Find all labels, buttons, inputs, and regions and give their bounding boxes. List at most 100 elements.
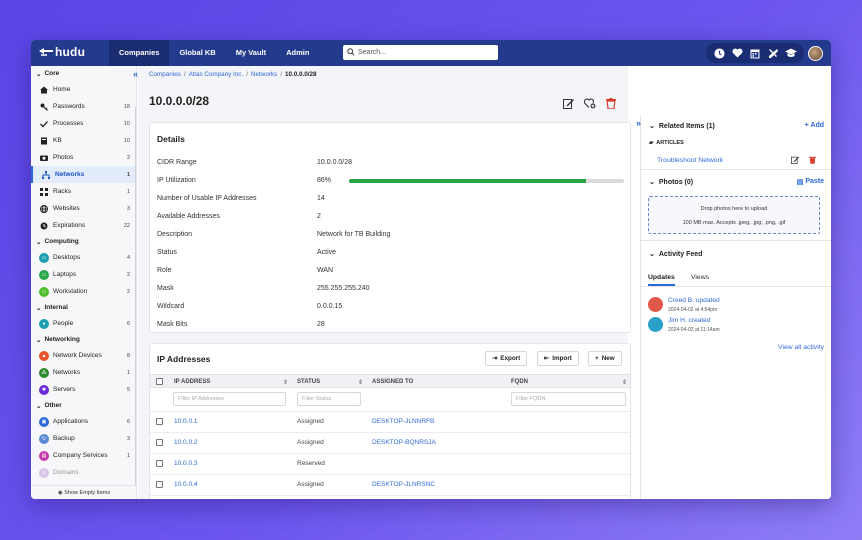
detail-key: Description xyxy=(157,231,193,238)
new-button[interactable]: + New xyxy=(588,351,622,366)
sidebar-item-laptops[interactable]: ▭ Laptops 2 xyxy=(31,266,136,283)
ip-link[interactable]: 10.0.0.2 xyxy=(174,439,198,446)
col-assigned-to[interactable]: ASSIGNED TO xyxy=(372,379,413,385)
delete-icon[interactable] xyxy=(809,156,816,166)
breadcrumb-company[interactable]: Atlas Company Inc. xyxy=(189,71,244,78)
activity-text[interactable]: Creed B. updated xyxy=(668,297,720,304)
sidebar-item-network-devices[interactable]: ▲ Network Devices 8 xyxy=(31,347,136,364)
sidebar-item-servers[interactable]: ✱ Servers 5 xyxy=(31,381,136,398)
sidebar-section-other[interactable]: ⌄ Other xyxy=(31,398,136,413)
filter-ip-input[interactable]: Filter IP Addresses xyxy=(173,392,286,406)
sidebar-item-company-services[interactable]: ▤ Company Services 1 xyxy=(31,447,136,464)
select-all-checkbox[interactable] xyxy=(156,378,163,385)
photo-dropzone[interactable]: Drop photos here to upload 100 MB max. A… xyxy=(648,196,820,234)
col-status[interactable]: STATUS xyxy=(297,379,320,385)
delete-icon[interactable] xyxy=(606,96,616,114)
table-row[interactable] xyxy=(150,495,630,499)
sort-icon[interactable]: ⇕ xyxy=(283,379,288,386)
sidebar-item-photos[interactable]: Photos 2 xyxy=(31,149,136,166)
sidebar-item-kb[interactable]: KB 10 xyxy=(31,132,136,149)
sidebar-section-networking[interactable]: ⌄ Networking xyxy=(31,332,136,347)
breadcrumb-networks[interactable]: Networks xyxy=(251,71,277,78)
assigned-link[interactable]: DESKTOP-BQNRSJA xyxy=(372,439,436,446)
filter-fqdn-input[interactable]: Filter FQDN xyxy=(511,392,626,406)
row-checkbox[interactable] xyxy=(156,439,163,446)
row-checkbox[interactable] xyxy=(156,418,163,425)
sidebar-scrollbar[interactable] xyxy=(135,106,136,486)
activity-feed-header[interactable]: ⌄ Activity Feed xyxy=(649,250,702,259)
sidebar-item-desktops[interactable]: ▭ Desktops 4 xyxy=(31,249,136,266)
favorite-icon[interactable] xyxy=(583,96,596,114)
paste-photo-button[interactable]: ▤ Paste xyxy=(797,178,824,186)
collapse-sidebar-icon[interactable]: « xyxy=(133,69,138,79)
graduation-cap-icon[interactable] xyxy=(784,46,798,60)
heart-icon[interactable] xyxy=(730,46,744,60)
sidebar-item-label: KB xyxy=(53,137,62,144)
table-row[interactable]: 10.0.0.3 Reserved xyxy=(150,453,630,474)
sort-icon[interactable]: ⇕ xyxy=(358,379,363,386)
export-button[interactable]: ⇥ Export xyxy=(485,351,528,366)
sidebar-item-expirations[interactable]: Expirations 22 xyxy=(31,217,136,234)
nav-my-vault[interactable]: My Vault xyxy=(226,40,276,66)
add-related-button[interactable]: + Add xyxy=(805,122,824,129)
row-checkbox[interactable] xyxy=(156,481,163,488)
row-checkbox[interactable] xyxy=(156,460,163,467)
photos-header[interactable]: ⌄ Photos (0) xyxy=(649,178,693,187)
sidebar-item-processes[interactable]: Processes 10 xyxy=(31,115,136,132)
tools-icon[interactable] xyxy=(766,46,780,60)
dropzone-limits: 100 MB max. Accepts .jpeg, .jpg, .png, .… xyxy=(682,220,786,226)
detail-value: 14 xyxy=(317,195,325,202)
ip-link[interactable]: 10.0.0.1 xyxy=(174,418,198,425)
related-article-link[interactable]: Troubleshoot Network xyxy=(657,157,723,164)
detail-value: Active xyxy=(317,249,337,256)
table-row[interactable]: 10.0.0.2 Assigned DESKTOP-BQNRSJA xyxy=(150,432,630,453)
sidebar-item-count: 10 xyxy=(123,120,130,127)
table-row[interactable]: 10.0.0.4 Assigned DESKTOP-JLNRSNC xyxy=(150,474,630,495)
chevron-down-icon: ⌄ xyxy=(649,251,655,258)
edit-icon[interactable] xyxy=(791,156,799,166)
sidebar-section-core[interactable]: ⌄ Core xyxy=(31,66,136,81)
tab-updates[interactable]: Updates xyxy=(648,274,675,286)
nav-global-kb[interactable]: Global KB xyxy=(169,40,225,66)
import-button[interactable]: ⇤ Import xyxy=(537,351,579,366)
show-empty-items-toggle[interactable]: ◉ Show Empty Items xyxy=(31,485,136,499)
sidebar-item-workstation[interactable]: ▭ Workstation 2 xyxy=(31,283,136,300)
import-label: Import xyxy=(552,355,572,362)
sidebar-item-networks-asset[interactable]: ⁂ Networks 1 xyxy=(31,364,136,381)
clock-icon[interactable] xyxy=(712,46,726,60)
activity-text[interactable]: Jim H. created xyxy=(668,317,711,324)
calendar-icon[interactable] xyxy=(748,46,762,60)
view-all-activity-link[interactable]: View all activity xyxy=(778,344,824,351)
filter-status-input[interactable]: Filter Status xyxy=(297,392,361,406)
assigned-link[interactable]: DESKTOP-JLNNRFB xyxy=(372,418,434,425)
sidebar-item-people[interactable]: ● People 6 xyxy=(31,315,136,332)
nav-admin[interactable]: Admin xyxy=(276,40,319,66)
edit-icon[interactable] xyxy=(563,96,574,114)
sidebar-section-internal[interactable]: ⌄ Internal xyxy=(31,300,136,315)
sidebar-item-backup[interactable]: ↻ Backup 3 xyxy=(31,430,136,447)
search-input[interactable]: Search... xyxy=(343,45,498,60)
sidebar-item-home[interactable]: Home xyxy=(31,81,136,98)
breadcrumb-companies[interactable]: Companies xyxy=(149,71,181,78)
related-items-header[interactable]: ⌄ Related Items (1) xyxy=(649,122,715,131)
col-ip-address[interactable]: IP ADDRESS xyxy=(174,379,210,385)
tab-views[interactable]: Views xyxy=(691,274,709,281)
table-row[interactable]: 10.0.0.1 Assigned DESKTOP-JLNNRFB xyxy=(150,411,630,432)
sort-icon[interactable]: ⇕ xyxy=(622,379,627,386)
user-avatar[interactable] xyxy=(808,45,823,61)
sidebar-item-applications[interactable]: ▣ Applications 6 xyxy=(31,413,136,430)
nav-companies[interactable]: Companies xyxy=(109,40,170,66)
sidebar-item-networks[interactable]: Networks 1 xyxy=(31,166,136,183)
sidebar-item-passwords[interactable]: Passwords 18 xyxy=(31,98,136,115)
assigned-link[interactable]: DESKTOP-JLNRSNC xyxy=(372,481,435,488)
detail-key: Number of Usable IP Addresses xyxy=(157,195,257,202)
ip-link[interactable]: 10.0.0.4 xyxy=(174,481,198,488)
col-fqdn[interactable]: FQDN xyxy=(511,379,528,385)
right-panel: » ⌄ Related Items (1) + Add ▰ ARTICLES Tro… xyxy=(636,115,831,499)
ip-link[interactable]: 10.0.0.3 xyxy=(174,460,198,467)
sidebar-section-computing[interactable]: ⌄ Computing xyxy=(31,234,136,249)
sidebar-item-websites[interactable]: Websites 3 xyxy=(31,200,136,217)
hudu-logo[interactable]: hudu xyxy=(39,45,85,59)
sidebar-item-domains[interactable]: ◎ Domains xyxy=(31,464,136,481)
sidebar-item-racks[interactable]: Racks 1 xyxy=(31,183,136,200)
